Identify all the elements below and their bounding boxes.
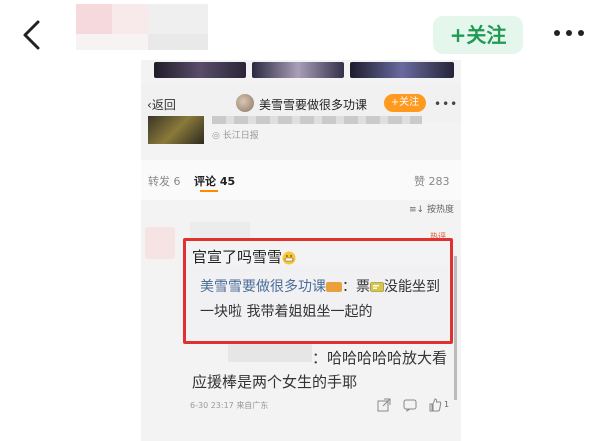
tab-shares[interactable]: 转发 6 (148, 173, 181, 189)
scrollbar[interactable] (454, 256, 457, 400)
like-count: 1 (444, 400, 450, 409)
article-source: ◎ 长江日报 (212, 131, 259, 141)
blurred-username-mosaic (76, 4, 246, 50)
commenter-avatar[interactable] (145, 227, 175, 259)
active-tab-indicator (200, 190, 218, 192)
thumbnail[interactable] (252, 62, 344, 78)
thumbnail[interactable] (350, 62, 454, 78)
inner-back-label: 返回 (151, 98, 176, 112)
engagement-tabs (141, 160, 461, 200)
account-avatar[interactable] (236, 94, 254, 112)
sort-by-hot-button[interactable]: ≡↓ 按热度 (409, 202, 454, 215)
blurred-article-title (212, 116, 422, 124)
follow-button[interactable]: +关注 (433, 16, 523, 54)
sort-icon: ≡↓ (409, 205, 425, 215)
like-icon[interactable] (428, 398, 442, 412)
sort-label: 按热度 (426, 205, 454, 215)
comment-time: 6-30 23:17 (190, 401, 234, 410)
inner-more-icon[interactable]: ••• (434, 97, 458, 111)
article-thumbnail[interactable] (148, 116, 204, 144)
reply2-name-mosaic (228, 344, 312, 362)
account-title: 美雪雪要做很多功课 (259, 98, 368, 112)
comment-icon[interactable] (403, 398, 417, 412)
back-chevron-icon[interactable] (16, 18, 50, 52)
inner-back-button[interactable]: ‹返回 (147, 96, 176, 113)
tab-likes[interactable]: 赞 283 (414, 173, 450, 189)
bottom-strip (141, 420, 461, 441)
red-highlight-frame (183, 238, 453, 344)
inner-follow-button[interactable]: +关注 (384, 94, 426, 112)
tab-comments[interactable]: 评论 45 (194, 173, 235, 189)
source-label: 长江日报 (222, 131, 259, 141)
comment-location: 来自广东 (236, 401, 269, 410)
thumbnail[interactable] (154, 62, 246, 78)
share-icon[interactable] (377, 398, 391, 412)
comment-meta: 6-30 23:17 来自广东 (190, 400, 268, 411)
image-thumbnail-strip (154, 62, 457, 80)
more-options-icon[interactable] (552, 26, 586, 40)
